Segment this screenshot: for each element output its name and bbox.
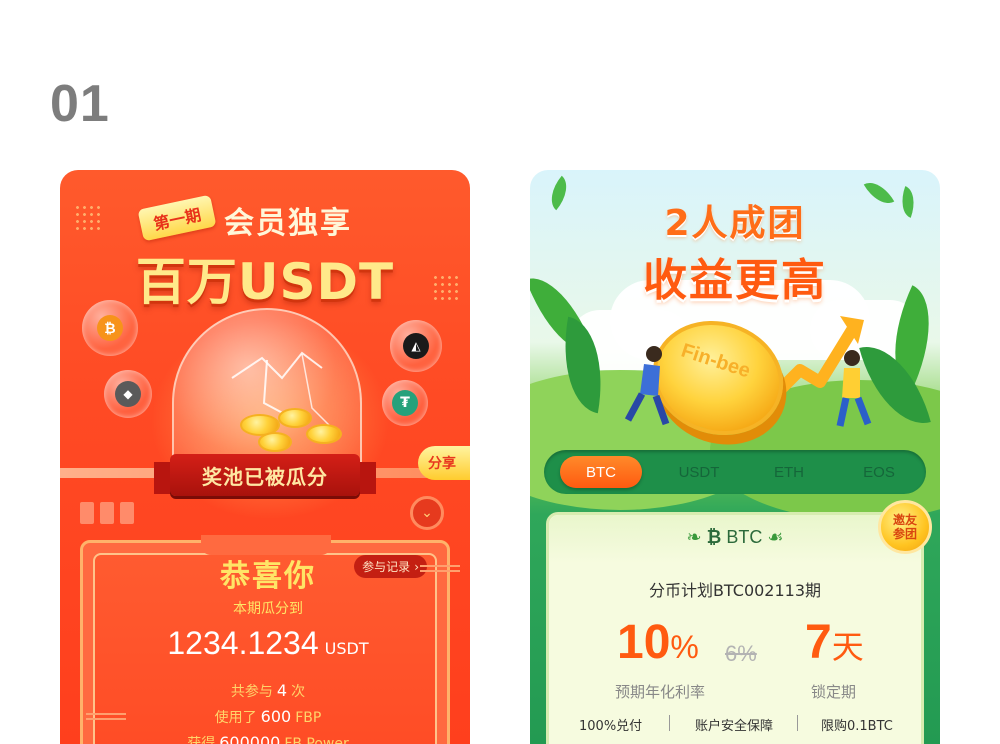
participation-record-button[interactable]: 参与记录 › (354, 555, 427, 578)
rate-label: 预期年化利率 (615, 683, 706, 701)
used-fbp: 使用了 600 FBP (83, 707, 453, 727)
member-title: 会员独享 (224, 206, 352, 241)
leaf-left-icon: ❧ (686, 527, 702, 547)
participate-count-value: 4 (276, 681, 288, 700)
amount-value: 1234.1234 (167, 625, 319, 661)
tab-eth[interactable]: ETH (754, 450, 824, 494)
rate-value: 10 (617, 616, 671, 669)
pool-claimed-ribbon: 奖池已被瓜分 (170, 454, 360, 496)
participate-suffix: 次 (291, 684, 306, 700)
won-amount: 1234.1234 USDT (83, 625, 453, 662)
plan-coin-heading: ❧ ₿ BTC ☙ (549, 527, 921, 548)
feature-limit: 限购0.1BTC (821, 719, 893, 734)
amount-unit: USDT (324, 639, 369, 658)
runner-left-icon (624, 346, 670, 426)
invite-group-button[interactable]: 邀友 参团 (878, 500, 932, 554)
divider (797, 715, 798, 731)
runner-right-icon (836, 350, 872, 427)
decor-blocks (80, 502, 134, 524)
chevron-right-icon: › (414, 559, 419, 574)
used-value: 600 (260, 707, 292, 726)
usdt-pool-card: 第一期 会员独享 百万USDT ₿ ◆ ◭ ₮ 奖池已被瓜分 分享 ⌄ 恭喜你 … (60, 170, 470, 744)
bitcoin-icon: ₿ (706, 527, 722, 547)
gold-coin (306, 424, 342, 444)
invite-line-1: 邀友 (892, 513, 917, 527)
lock-period: 7天 (805, 615, 864, 670)
decor-lines (86, 710, 126, 726)
participate-prefix: 共参与 (230, 684, 273, 700)
used-unit: FBP (295, 710, 322, 726)
group-title: 2人成团 (664, 203, 806, 244)
ethereum-icon: ◆ (104, 370, 152, 418)
tab-usdt[interactable]: USDT (664, 450, 734, 494)
invite-line-2: 参团 (892, 527, 917, 541)
used-prefix: 使用了 (214, 710, 257, 726)
lock-value: 7 (805, 616, 832, 669)
feature-redeem: 100%兑付 (579, 719, 643, 734)
old-rate: 6% (725, 641, 757, 666)
got-prefix: 获得 (187, 736, 216, 744)
tether-icon: ₮ (382, 380, 428, 426)
period-badge: 第一期 (137, 194, 217, 242)
plan-info-panel: ❧ ₿ BTC ☙ 分币计划BTC002113期 10% 6% 7天 预期年化利… (546, 512, 924, 744)
divider (669, 715, 670, 731)
rate-percent: % (670, 629, 699, 665)
won-label: 本期瓜分到 (233, 601, 303, 617)
round-button[interactable]: ⌄ (410, 496, 444, 530)
participation-count: 共参与 4 次 (83, 681, 453, 701)
decor-dots (74, 204, 100, 234)
gold-coin (278, 408, 312, 428)
higher-return-title: 收益更高 (643, 255, 827, 306)
leaf-right-icon: ☙ (767, 527, 784, 547)
got-fb-power: 获得 600000 FB Power (83, 733, 453, 744)
gold-coin (258, 432, 292, 452)
result-panel: 恭喜你 参与记录 › 本期瓜分到 1234.1234 USDT 共参与 4 次 使用了… (80, 535, 453, 744)
got-value: 600000 (219, 733, 281, 744)
tab-eos[interactable]: EOS (844, 450, 914, 494)
coin-tab-bar: BTC USDT ETH EOS (544, 450, 926, 494)
plan-coin-label: BTC (726, 527, 763, 547)
got-unit: FB Power (284, 736, 349, 744)
record-button-label: 参与记录 (362, 560, 411, 574)
chevron-icon: ⌄ (421, 505, 433, 521)
share-button[interactable]: 分享 (418, 446, 470, 480)
lock-label: 锁定期 (811, 683, 857, 701)
page-number: 01 (50, 75, 110, 133)
tab-btc[interactable]: BTC (560, 456, 642, 488)
feature-security: 账户安全保障 (695, 719, 774, 734)
bitcoin-icon: ₿ (82, 300, 138, 356)
eos-icon: ◭ (390, 320, 442, 372)
decor-lines (420, 562, 460, 578)
glass-dome (172, 308, 362, 478)
crack-lines (231, 351, 333, 429)
lock-unit: 天 (831, 629, 864, 665)
group-buy-card: 2人成团 收益更高 Fin-bee BTC USDT ETH EOS ❧ ₿ B… (530, 170, 940, 744)
expected-rate: 10% (617, 615, 699, 670)
plan-name: 分币计划BTC002113期 (648, 581, 822, 600)
